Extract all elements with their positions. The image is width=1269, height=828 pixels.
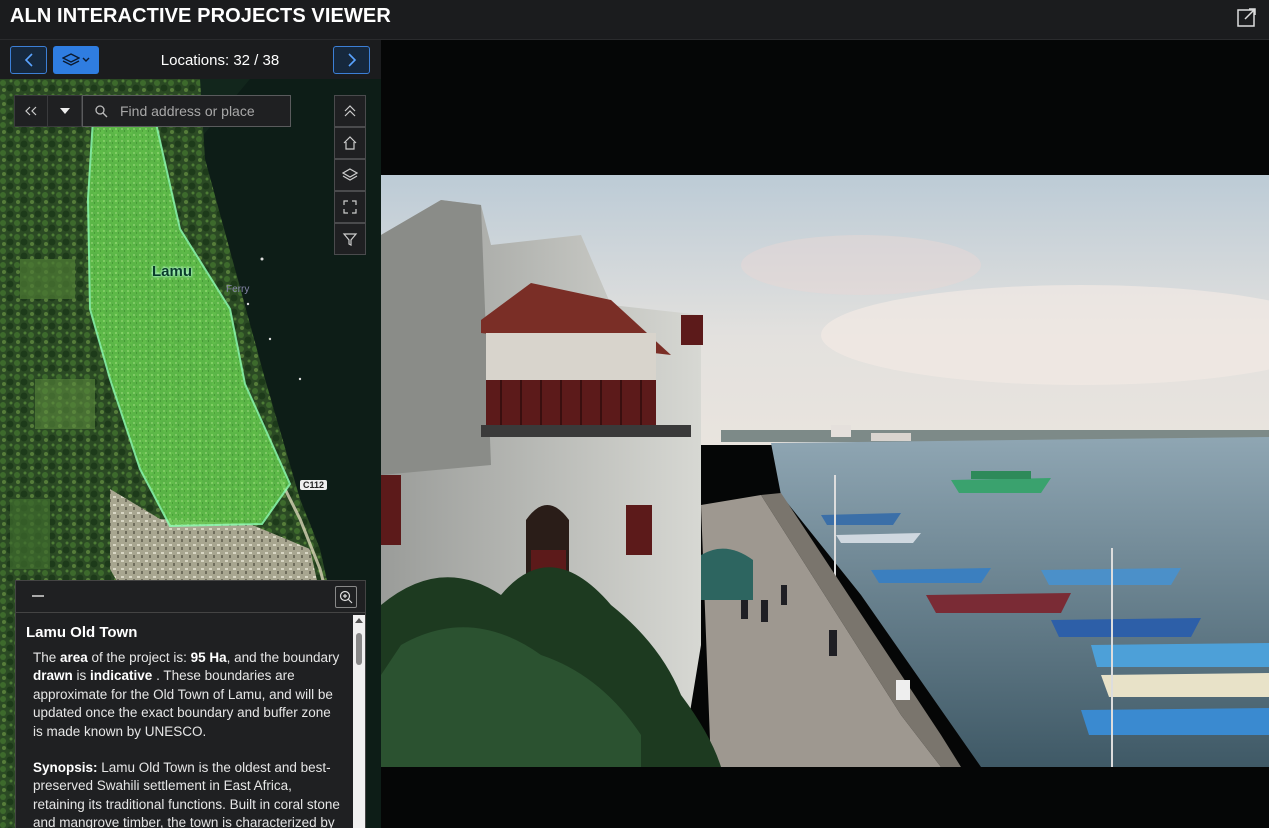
map-label-ferry: Ferry xyxy=(226,284,250,295)
text-run: The xyxy=(33,650,61,665)
text-bold: drawn xyxy=(33,668,73,684)
filter-button[interactable] xyxy=(334,223,366,255)
location-photo xyxy=(381,175,1269,767)
map-view[interactable]: Lamu Ferry C112 Find address or place La… xyxy=(0,79,381,828)
minimize-icon[interactable] xyxy=(32,595,44,597)
text-run: , and the boundary xyxy=(226,650,340,665)
scroll-up-icon[interactable] xyxy=(355,618,363,623)
share-icon[interactable] xyxy=(1236,6,1258,28)
fullscreen-icon xyxy=(343,200,357,214)
layers-icon xyxy=(62,53,80,66)
app-title: ALN INTERACTIVE PROJECTS VIEWER xyxy=(10,5,391,27)
location-counter: Locations: 32 / 38 xyxy=(160,52,280,69)
collapse-panel-button[interactable] xyxy=(14,95,48,127)
chevron-left-icon xyxy=(24,53,33,67)
info-panel: Lamu Old Town The area of the project is… xyxy=(15,580,366,828)
map-label-lamu: Lamu xyxy=(152,263,193,280)
map-label-road: C112 xyxy=(300,480,328,490)
area-paragraph: The area of the project is: 95 Ha, and t… xyxy=(33,649,342,741)
layer-list-button[interactable] xyxy=(334,159,366,191)
search-icon xyxy=(95,104,108,117)
double-chevron-up-icon xyxy=(344,105,356,117)
zoom-to-button[interactable] xyxy=(335,586,357,608)
caret-down-icon xyxy=(59,108,70,114)
app-header: ALN INTERACTIVE PROJECTS VIEWER xyxy=(0,0,1269,40)
search-input[interactable] xyxy=(120,103,290,119)
text-bold: indicative xyxy=(90,668,153,684)
chevron-right-icon xyxy=(347,53,356,67)
map-search-toolbar xyxy=(14,95,291,127)
media-viewer xyxy=(381,40,1269,828)
scroll-thumb[interactable] xyxy=(356,633,362,665)
text-bold: 95 Ha xyxy=(190,650,227,665)
home-button[interactable] xyxy=(334,127,366,159)
zoom-in-icon xyxy=(339,590,353,604)
double-chevron-left-icon xyxy=(25,106,37,116)
location-description: The area of the project is: 95 Ha, and t… xyxy=(26,649,342,828)
location-title: Lamu Old Town xyxy=(26,624,138,641)
search-box xyxy=(82,95,291,127)
collapse-toolbar-button[interactable] xyxy=(334,95,366,127)
layers-dropdown-button[interactable] xyxy=(53,46,99,74)
left-panel: Locations: 32 / 38 Lamu Ferry C112 Find … xyxy=(0,40,381,828)
info-panel-header xyxy=(16,581,365,613)
synopsis-paragraph: Synopsis: Lamu Old Town is the oldest an… xyxy=(33,759,342,828)
chevron-down-icon xyxy=(82,57,90,62)
location-navbar: Locations: 32 / 38 xyxy=(0,40,381,79)
fullscreen-button[interactable] xyxy=(334,191,366,223)
map-vertical-toolbar xyxy=(334,95,366,255)
search-source-dropdown[interactable] xyxy=(48,95,82,127)
next-location-button[interactable] xyxy=(333,46,370,74)
layers-icon xyxy=(342,168,358,181)
text-run: of the project is: xyxy=(87,650,191,665)
home-icon xyxy=(343,136,357,150)
text-run: is xyxy=(72,668,91,684)
text-bold: area xyxy=(60,650,88,665)
info-scrollbar[interactable] xyxy=(353,615,365,828)
filter-icon xyxy=(342,233,358,246)
text-bold: Synopsis: xyxy=(33,760,98,776)
info-panel-body: Lamu Old Town The area of the project is… xyxy=(16,614,352,828)
previous-location-button[interactable] xyxy=(10,46,47,74)
